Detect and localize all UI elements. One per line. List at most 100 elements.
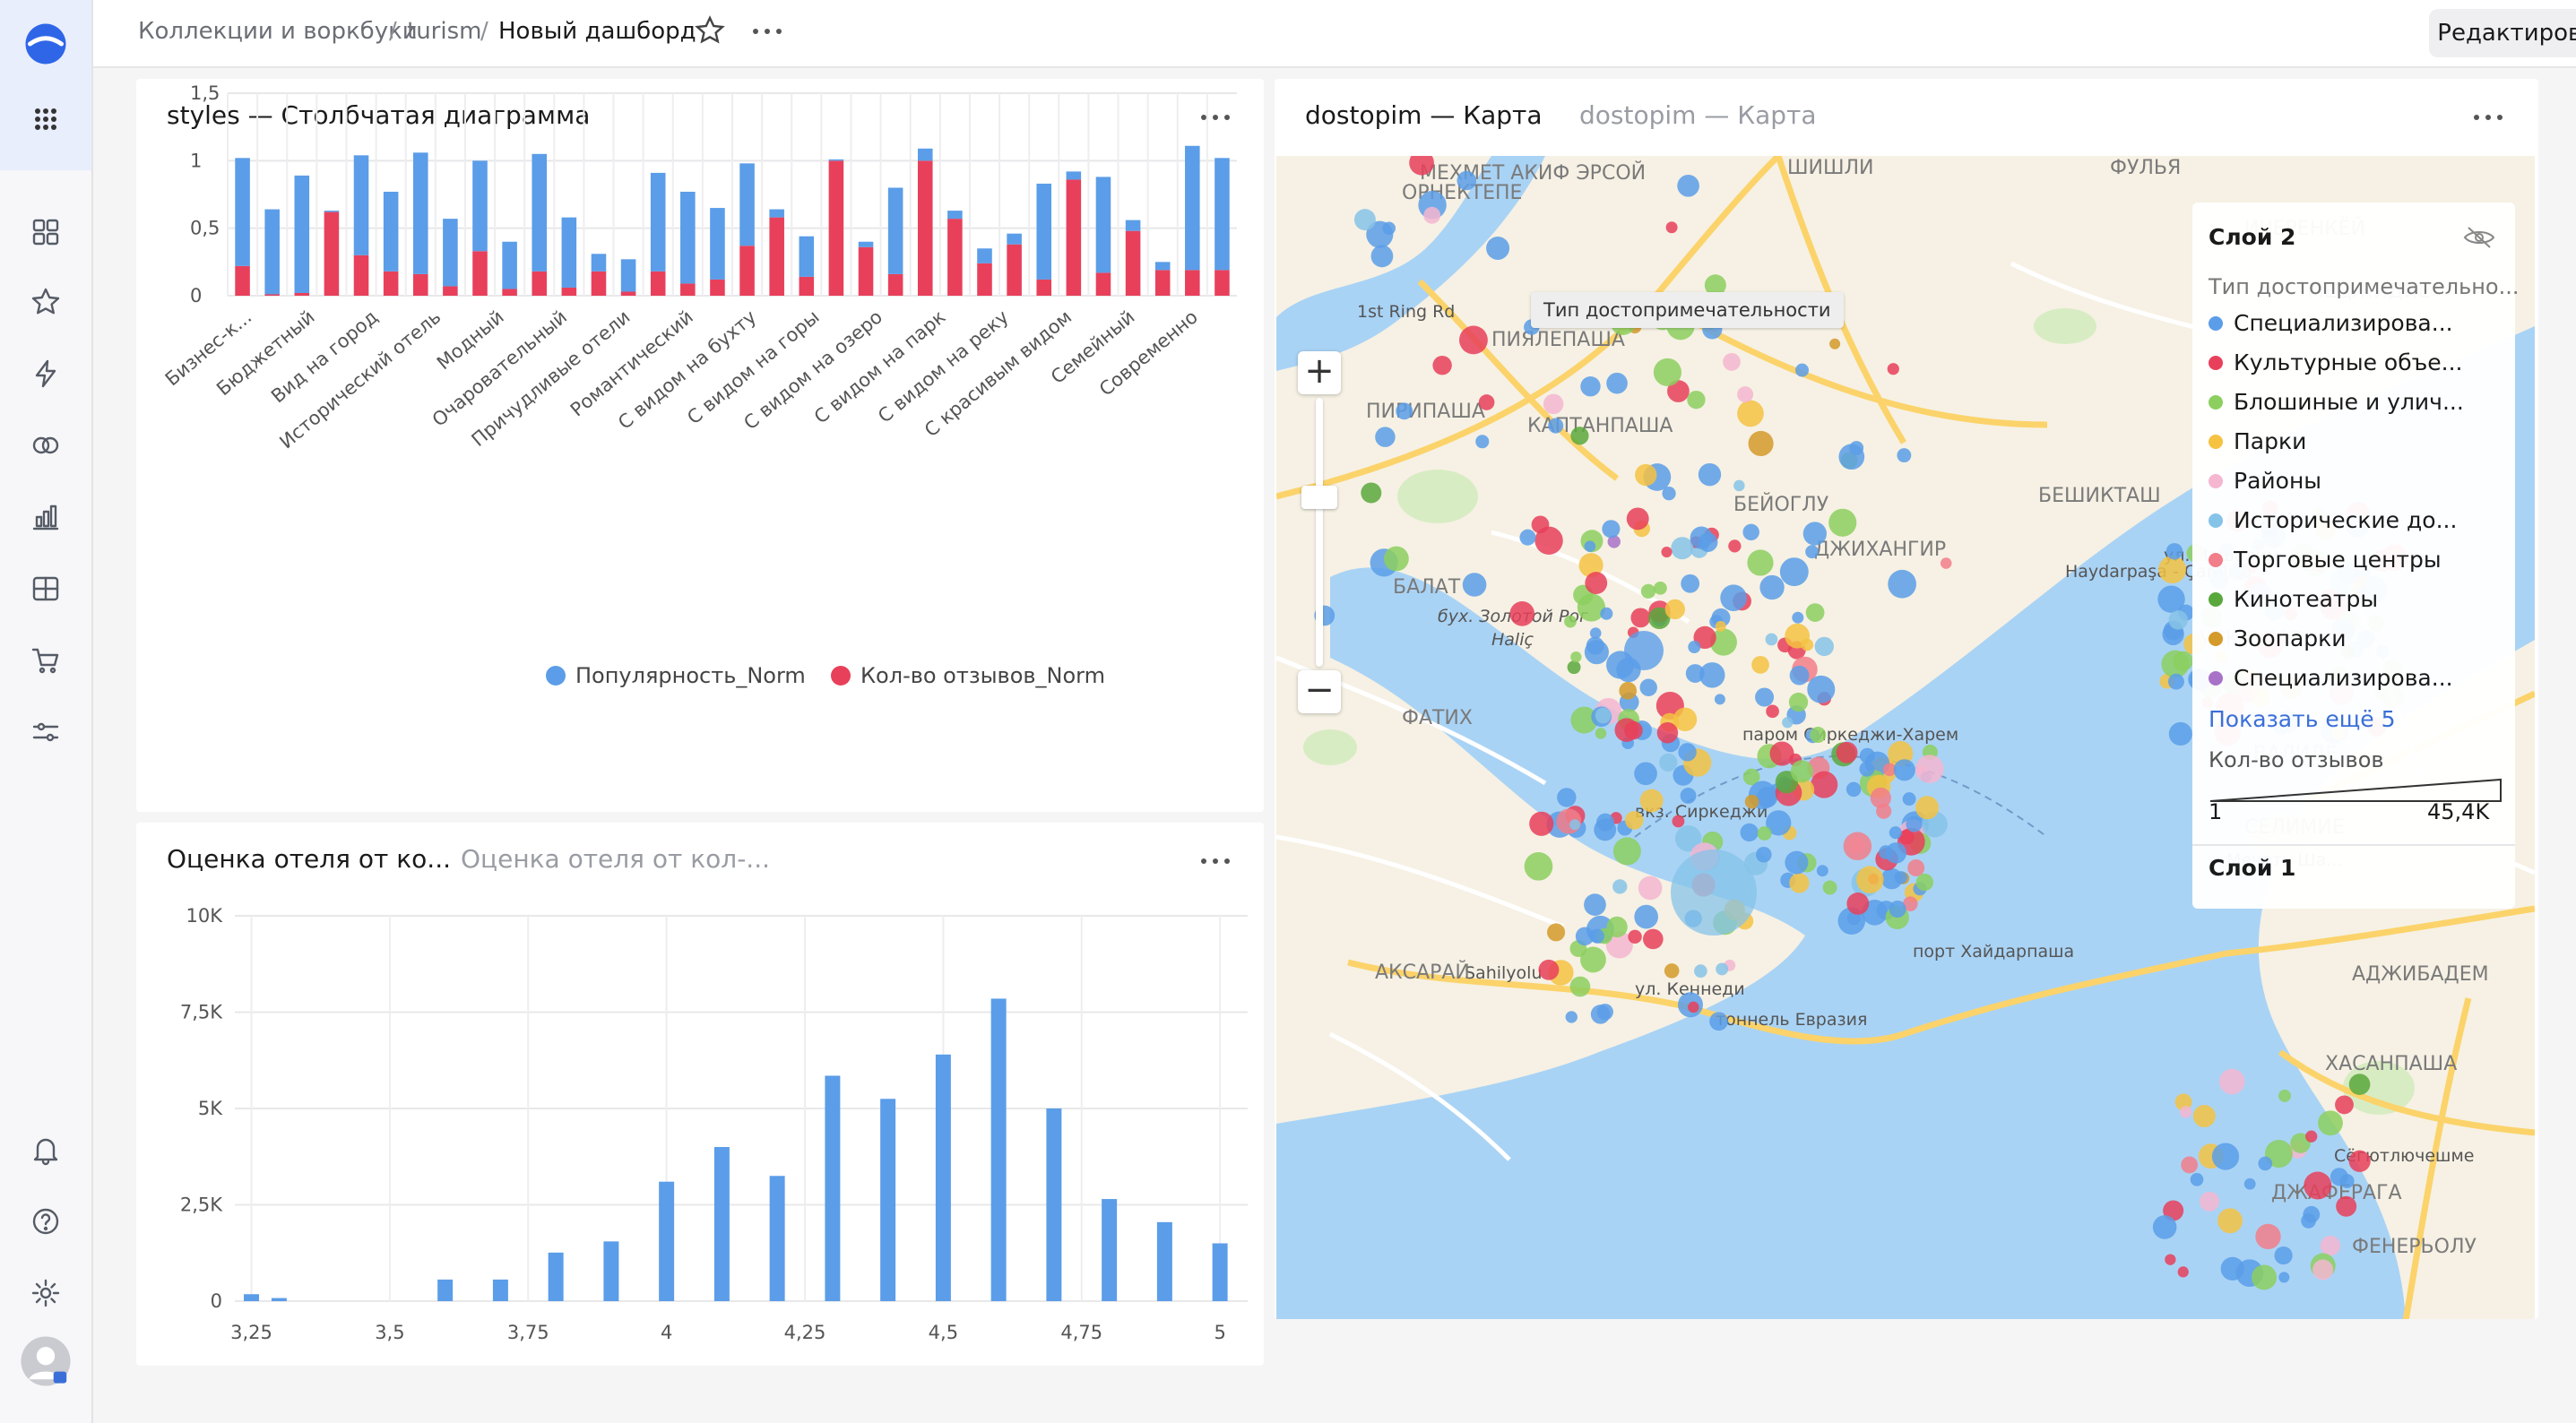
- zoom-in-button[interactable]: +: [1298, 351, 1341, 394]
- map-point: [1765, 633, 1778, 646]
- legend-item[interactable]: Кинотеатры: [2209, 586, 2378, 612]
- x-tick-label: 4,75: [1060, 1322, 1102, 1343]
- histogram-bar: [1156, 1221, 1172, 1301]
- map-point: [2312, 1259, 2334, 1281]
- legend-item[interactable]: Специализирова...: [2209, 665, 2453, 691]
- widget-menu-icon[interactable]: [2470, 104, 2506, 131]
- map-point: [1792, 611, 1804, 624]
- map-point: [1744, 794, 1759, 809]
- sidebar: [0, 0, 93, 1423]
- bar-segment: [443, 219, 458, 287]
- bar-segment: [561, 217, 577, 288]
- edit-button[interactable]: Редактировать: [2429, 9, 2576, 57]
- bar-segment: [294, 292, 310, 296]
- map-point: [1624, 811, 1644, 830]
- breadcrumb-turism[interactable]: turism: [407, 18, 481, 45]
- collections-icon[interactable]: [20, 206, 72, 258]
- histogram-widget: Оценка отеля от ко... Оценка отеля от ко…: [136, 823, 1264, 1366]
- map-point: [1747, 549, 1774, 576]
- map-point: [1782, 717, 1794, 729]
- map-point: [2158, 556, 2187, 584]
- map-point: [1940, 557, 1952, 569]
- bar-segment: [591, 254, 607, 272]
- histogram-bar: [935, 1054, 951, 1301]
- widget-title: dostopim — Карта: [1305, 100, 1543, 130]
- map-point: [2278, 1272, 2290, 1283]
- help-icon[interactable]: [20, 1195, 72, 1247]
- map-point: [1789, 665, 1810, 686]
- bar-segment: [680, 283, 696, 296]
- map-point: [1654, 581, 1667, 595]
- legend-item[interactable]: Парки: [2209, 428, 2306, 454]
- map-point: [1846, 893, 1870, 915]
- legend-divider: [2192, 844, 2515, 846]
- legend-item-label: Районы: [2234, 468, 2322, 494]
- map-point: [1788, 692, 1809, 712]
- map-point: [1382, 221, 1396, 235]
- map-point: [1757, 826, 1772, 841]
- map-point: [2258, 1156, 2273, 1171]
- favorite-star-icon[interactable]: [694, 14, 726, 47]
- bar-segment: [472, 251, 488, 296]
- zoom-slider-track[interactable]: [1316, 398, 1323, 667]
- show-more-link[interactable]: Показать ещё 5: [2209, 706, 2396, 732]
- map-point: [1843, 832, 1872, 861]
- eye-off-icon[interactable]: [2461, 224, 2497, 251]
- map-point: [1894, 871, 1907, 884]
- market-cart-icon[interactable]: [20, 634, 72, 686]
- map-point: [1509, 601, 1535, 626]
- notifications-bell-icon[interactable]: [20, 1124, 72, 1176]
- map-point: [1595, 728, 1607, 739]
- legend-item[interactable]: Районы: [2209, 468, 2321, 494]
- logo-icon[interactable]: [20, 18, 72, 70]
- zoom-out-button[interactable]: −: [1298, 670, 1341, 713]
- map-point: [1634, 762, 1657, 786]
- bar-segment: [294, 175, 310, 293]
- charts-icon[interactable]: [20, 491, 72, 543]
- map-point: [1671, 537, 1694, 560]
- legend-marker: [546, 666, 566, 686]
- bar-segment: [1036, 279, 1052, 296]
- map-point: [2335, 1095, 2354, 1115]
- favorites-star-icon[interactable]: [20, 276, 72, 328]
- user-avatar[interactable]: [20, 1335, 72, 1387]
- map-point: [1795, 363, 1810, 377]
- x-tick-label: 4,5: [929, 1322, 958, 1343]
- map-point: [1353, 209, 1376, 231]
- map-point: [1600, 607, 1613, 620]
- histogram-bar: [603, 1241, 619, 1301]
- x-tick-label: Вид на город: [267, 306, 382, 407]
- map-point: [2278, 1089, 2292, 1102]
- legend-item[interactable]: Зоопарки: [2209, 625, 2347, 651]
- legend-item[interactable]: Культурные объе...: [2209, 349, 2463, 375]
- map-label: ПИЯЛЕПАША: [1491, 329, 1625, 351]
- legend-color-dot: [2209, 670, 2223, 686]
- bar-segment: [561, 287, 577, 296]
- map-point: [1915, 873, 1933, 892]
- zoom-slider-handle[interactable]: [1301, 486, 1337, 509]
- map-point: [1569, 819, 1581, 831]
- legend-item[interactable]: Специализирова...: [2209, 310, 2453, 336]
- legend-item[interactable]: Торговые центры: [2209, 547, 2442, 573]
- map-point: [1816, 865, 1828, 877]
- settings-sliders-icon[interactable]: [20, 706, 72, 758]
- map-point: [1567, 660, 1581, 675]
- legend-item[interactable]: Блошиные и улич...: [2209, 389, 2464, 415]
- more-options-icon[interactable]: [749, 18, 785, 45]
- map-point: [1584, 540, 1596, 552]
- gear-icon[interactable]: [20, 1267, 72, 1319]
- connections-icon[interactable]: [20, 419, 72, 471]
- map-point: [1557, 788, 1577, 807]
- breadcrumb-collections[interactable]: Коллекции и воркбуки: [138, 18, 418, 45]
- legend-item-label: Специализирова...: [2234, 665, 2453, 691]
- lightning-icon[interactable]: [20, 348, 72, 400]
- legend-item[interactable]: Исторические до...: [2209, 507, 2457, 533]
- map-point: [1383, 546, 1409, 572]
- map-point: [2211, 1143, 2240, 1170]
- dashboards-icon[interactable]: [20, 563, 72, 615]
- map-label: ДЖАФЕРАГА: [2271, 1182, 2402, 1204]
- map-point: [1639, 789, 1664, 813]
- map-point: [1529, 811, 1554, 836]
- apps-grid-icon[interactable]: [20, 93, 72, 145]
- map-point: [1671, 849, 1757, 936]
